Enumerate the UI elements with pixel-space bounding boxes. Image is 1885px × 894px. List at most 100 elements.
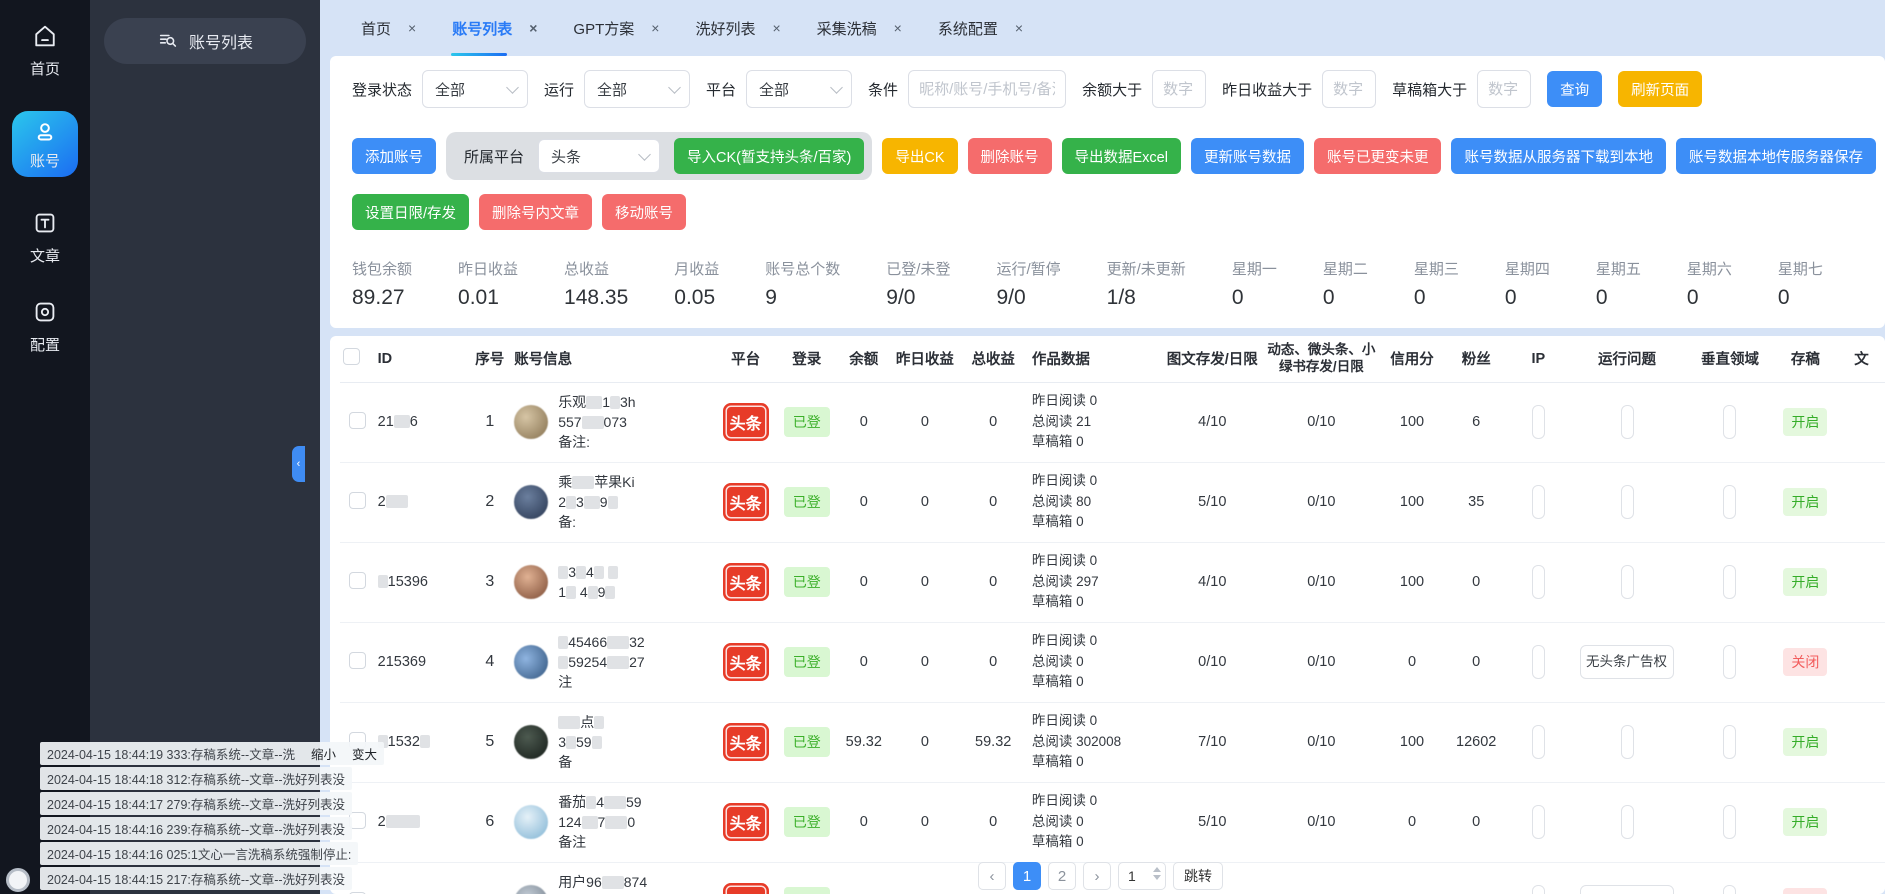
tab-账号列表[interactable]: 账号列表 × — [437, 0, 552, 56]
cell-yesterday: 0 — [892, 462, 957, 542]
export-ck-button[interactable]: 导出CK — [882, 138, 957, 174]
import-ck-button[interactable]: 导入CK(暂支持头条/百家) — [674, 138, 864, 174]
sidebar-item-账号[interactable]: 账号 — [12, 111, 78, 177]
ip-box — [1532, 485, 1545, 519]
cell-total: 0 — [958, 462, 1029, 542]
toutiao-badge: 头条 — [723, 803, 769, 841]
domain-box — [1723, 805, 1736, 839]
cell-checkbox — [340, 622, 375, 702]
cell-ip — [1510, 862, 1567, 894]
cell-fans: 0 — [1443, 542, 1510, 622]
cell-account-info: 点359备 — [511, 702, 713, 782]
delete-articles-button[interactable]: 删除号内文章 — [479, 194, 592, 230]
cell-account-info: 乐观13h557073备注: — [511, 382, 713, 462]
grow-button[interactable]: 变大 — [352, 748, 377, 762]
balance-gt-input[interactable] — [1152, 70, 1206, 108]
run-select[interactable]: 全部 — [584, 70, 690, 108]
tab-GPT方案[interactable]: GPT方案× — [558, 0, 674, 56]
upload-to-server-button[interactable]: 账号数据本地传服务器保存 — [1676, 138, 1876, 174]
draft-gt-input[interactable] — [1477, 70, 1531, 108]
search-button[interactable]: 查询 — [1547, 71, 1602, 107]
issue-box — [1621, 805, 1634, 839]
stat-value: 148.35 — [564, 286, 628, 310]
refresh-page-button[interactable]: 刷新页面 — [1618, 71, 1702, 107]
row-checkbox[interactable] — [349, 412, 366, 429]
close-icon[interactable]: × — [408, 20, 416, 36]
stepper-icons[interactable] — [1153, 867, 1161, 880]
cell-credit: 100 — [1381, 702, 1442, 782]
account-table: ID序号账号信息平台登录余额昨日收益总收益作品数据图文存发/日限动态、微头条、小… — [340, 336, 1885, 894]
cell-platform: 头条 — [713, 462, 778, 542]
sidebar-item-文章[interactable]: 文章 — [30, 209, 60, 266]
stat-label: 昨日收益 — [458, 258, 518, 279]
sidebar-item-配置[interactable]: 配置 — [30, 298, 60, 355]
select-all-checkbox[interactable] — [343, 348, 360, 365]
account-name-lines: 番茄45912470备注 — [558, 792, 641, 853]
platform-select[interactable]: 全部 — [746, 70, 852, 108]
panel-search[interactable]: 账号列表 — [104, 18, 306, 64]
cell-ip — [1510, 622, 1567, 702]
login-status-select[interactable]: 全部 — [422, 70, 528, 108]
close-icon[interactable]: × — [772, 20, 780, 36]
row-checkbox[interactable] — [349, 652, 366, 669]
changed-not-updated-button[interactable]: 账号已更变未更 — [1314, 138, 1442, 174]
jump-button[interactable]: 跳转 — [1173, 862, 1223, 890]
condition-input[interactable] — [908, 70, 1066, 108]
yesterday-gt-input[interactable] — [1322, 70, 1376, 108]
cell-ip — [1510, 542, 1567, 622]
stat-星期一: 星期一0 — [1232, 258, 1277, 310]
ip-box — [1532, 805, 1545, 839]
jump-page-value: 1 — [1128, 868, 1136, 884]
owning-platform-select[interactable]: 头条 — [538, 139, 660, 173]
account-info: 45466325925427注 — [514, 632, 710, 693]
stat-label: 星期三 — [1414, 258, 1459, 279]
cell-seq: 6 — [468, 782, 511, 862]
tab-label: 洗好列表 — [695, 18, 755, 39]
prev-page-button[interactable]: ‹ — [978, 862, 1006, 890]
close-icon[interactable]: × — [651, 20, 659, 36]
set-limit-button[interactable]: 设置日限/存发 — [352, 194, 469, 230]
close-icon[interactable]: × — [529, 20, 537, 36]
tab-label: 采集洗稿 — [817, 18, 877, 39]
cell-draft: 关闭 — [1773, 622, 1838, 702]
row-checkbox[interactable] — [349, 572, 366, 589]
stat-运行/暂停: 运行/暂停9/0 — [996, 258, 1060, 310]
export-excel-button[interactable]: 导出数据Excel — [1062, 138, 1181, 174]
cell-extra — [1838, 862, 1885, 894]
collapse-handle[interactable]: ‹ — [292, 446, 305, 482]
stat-月收益: 月收益0.05 — [674, 258, 719, 310]
cell-platform: 头条 — [713, 782, 778, 862]
account-name-lines: 乐观13h557073备注: — [558, 392, 635, 453]
tab-首页[interactable]: 首页× — [346, 0, 431, 56]
column-header-id: ID — [375, 336, 469, 382]
close-icon[interactable]: × — [894, 20, 902, 36]
row-checkbox[interactable] — [349, 492, 366, 509]
close-icon[interactable]: × — [1015, 20, 1023, 36]
tab-系统配置[interactable]: 系统配置× — [923, 0, 1038, 56]
page-button-2[interactable]: 2 — [1048, 862, 1076, 890]
delete-account-button[interactable]: 删除账号 — [968, 138, 1052, 174]
column-header-extra: 文 — [1838, 336, 1885, 382]
move-account-button[interactable]: 移动账号 — [602, 194, 686, 230]
tab-采集洗稿[interactable]: 采集洗稿 × — [802, 0, 917, 56]
yesterday-gt-label: 昨日收益大于 — [1222, 79, 1312, 100]
assistant-button[interactable] — [6, 868, 30, 892]
jump-page-input[interactable]: 1 — [1118, 862, 1166, 890]
tab-洗好列表[interactable]: 洗好列表 × — [680, 0, 795, 56]
cell-pics-limit: 5/10 — [1163, 782, 1261, 862]
log-text: 2024-04-15 18:44:15 217:存稿系统--文章--洗好列表没 — [47, 873, 345, 887]
cell-seq: 4 — [468, 622, 511, 702]
stat-value: 0 — [1414, 286, 1459, 310]
shrink-button[interactable]: 缩小 — [311, 748, 336, 762]
next-page-button[interactable]: › — [1083, 862, 1111, 890]
cell-login: 已登 — [778, 782, 835, 862]
page-button-1[interactable]: 1 — [1013, 862, 1041, 890]
tab-label: 账号列表 — [452, 18, 512, 39]
update-account-data-button[interactable]: 更新账号数据 — [1191, 138, 1304, 174]
cell-domain — [1687, 462, 1773, 542]
sidebar-item-首页[interactable]: 首页 — [30, 22, 60, 79]
draft-status: 开启 — [1783, 728, 1827, 756]
download-to-local-button[interactable]: 账号数据从服务器下载到本地 — [1451, 138, 1666, 174]
add-account-button[interactable]: 添加账号 — [352, 138, 436, 174]
cell-extra — [1838, 782, 1885, 862]
